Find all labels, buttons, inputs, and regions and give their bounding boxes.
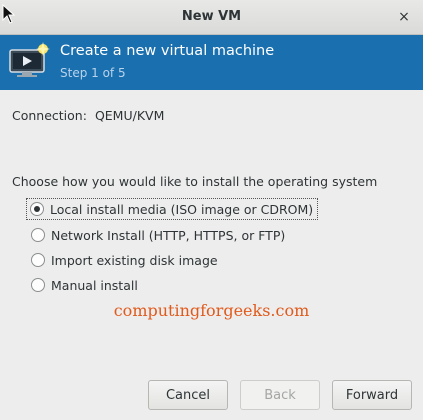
install-options: Local install media (ISO image or CDROM)… [26,198,319,300]
radio-button[interactable] [31,253,45,267]
step-indicator: Step 1 of 5 [60,66,126,80]
title-bar: New VM × [0,0,423,35]
banner-title: Create a new virtual machine [60,43,275,59]
install-prompt: Choose how you would like to install the… [12,174,378,189]
window-title: New VM [181,9,242,24]
radio-label: Local install media (ISO image or CDROM) [50,201,314,217]
radio-label: Manual install [51,277,138,293]
cancel-button[interactable]: Cancel [148,380,228,410]
connection-label: Connection: [12,108,87,123]
close-icon[interactable]: × [395,8,413,26]
radio-label: Import existing disk image [51,252,218,268]
connection-value: QEMU/KVM [94,108,165,123]
back-button[interactable]: Back [240,380,320,410]
forward-button[interactable]: Forward [332,380,412,410]
radio-button[interactable] [31,228,45,242]
watermark: computingforgeeks.com [113,301,310,320]
wizard-banner: Create a new virtual machine Step 1 of 5 [0,35,423,90]
radio-local-install[interactable]: Local install media (ISO image or CDROM) [26,198,319,220]
radio-network-install[interactable]: Network Install (HTTP, HTTPS, or FTP) [27,225,318,245]
connection-row: Connection: QEMU/KVM [12,108,164,123]
radio-import-disk[interactable]: Import existing disk image [27,250,318,270]
radio-button-selected[interactable] [30,202,44,216]
radio-label: Network Install (HTTP, HTTPS, or FTP) [51,227,286,243]
new-vm-icon [9,42,50,77]
radio-manual-install[interactable]: Manual install [27,275,318,295]
radio-button[interactable] [31,278,45,292]
